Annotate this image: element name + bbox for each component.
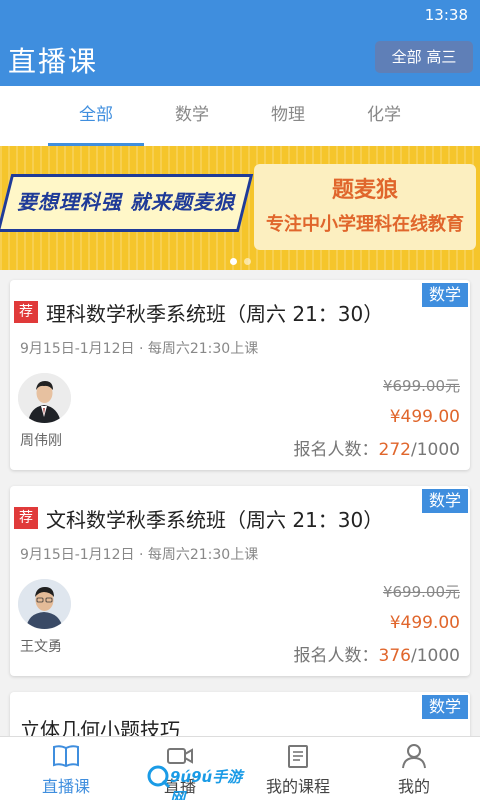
enrollment-count: 报名人数：376/1000 <box>294 641 460 666</box>
tab-chemistry[interactable]: 化学 <box>336 86 432 146</box>
enroll-capacity: /1000 <box>411 440 460 460</box>
banner-tagline: 专注中小学理科在线教育 <box>266 214 464 235</box>
course-schedule: 9月15日-1月12日 · 每周六21:30上课 <box>20 341 259 357</box>
watermark-text: 9ú9ú手游网 <box>170 768 243 800</box>
recommended-badge: 荐 <box>14 507 38 529</box>
subject-tabs: 全部 数学 物理 化学 <box>0 86 480 146</box>
enroll-label: 报名人数： <box>293 646 379 666</box>
enrolled-number: 272 <box>378 440 411 460</box>
subject-tag: 数学 <box>422 489 468 513</box>
grade-filter-button[interactable]: 全部 高三 <box>375 41 473 73</box>
site-watermark: 9ú9ú手游网 <box>146 762 256 800</box>
page-title: 直播课 <box>8 45 99 78</box>
banner-slogan: 要想理科强 就来题麦狼 <box>17 190 235 214</box>
teacher-name: 周伟刚 <box>20 433 62 449</box>
teacher-avatar <box>18 579 71 629</box>
course-card[interactable]: 数学 荐 理科数学秋季系统班（周六 21：30） 9月15日-1月12日 · 每… <box>10 280 470 470</box>
tab-math[interactable]: 数学 <box>144 86 240 146</box>
person-icon <box>402 744 426 769</box>
carousel-dot-active[interactable] <box>230 258 237 265</box>
promo-banner[interactable]: 要想理科强 就来题麦狼 题麦狼 专注中小学理科在线教育 <box>0 146 480 270</box>
teacher-avatar <box>18 373 71 423</box>
original-price: ¥699.00元 <box>382 583 460 601</box>
recommended-badge: 荐 <box>14 301 38 323</box>
course-card[interactable]: 数学 荐 文科数学秋季系统班（周六 21：30） 9月15日-1月12日 · 每… <box>10 486 470 676</box>
nav-label: 我的 <box>397 777 430 796</box>
nav-label: 直播课 <box>41 777 90 796</box>
subject-tag: 数学 <box>422 283 468 307</box>
nav-my-courses[interactable]: 我的课程 <box>238 737 358 800</box>
course-schedule: 9月15日-1月12日 · 每周六21:30上课 <box>20 547 259 563</box>
tab-physics[interactable]: 物理 <box>240 86 336 146</box>
enroll-capacity: /1000 <box>411 646 460 666</box>
status-time: 13:38 <box>424 6 468 24</box>
enrolled-number: 376 <box>378 646 411 666</box>
clipboard-icon <box>288 745 308 768</box>
carousel-dot[interactable] <box>244 258 251 265</box>
subject-tag: 数学 <box>422 695 468 719</box>
watermark-logo-icon <box>147 765 171 789</box>
original-price: ¥699.00元 <box>382 377 460 395</box>
nav-live-courses[interactable]: 直播课 <box>6 737 126 800</box>
nav-label: 我的课程 <box>265 777 330 796</box>
enroll-label: 报名人数： <box>293 440 379 460</box>
tab-all[interactable]: 全部 <box>48 86 144 146</box>
course-title: 文科数学秋季系统班（周六 21：30） <box>46 508 384 532</box>
app-bar: 直播课 全部 高三 <box>0 30 480 86</box>
course-title: 理科数学秋季系统班（周六 21：30） <box>46 302 384 326</box>
banner-brand: 题麦狼 <box>331 178 398 203</box>
carousel-indicator <box>228 258 258 266</box>
sale-price: ¥499.00 <box>389 407 460 427</box>
enrollment-count: 报名人数：272/1000 <box>294 435 460 460</box>
nav-profile[interactable]: 我的 <box>354 737 474 800</box>
teacher-name: 王文勇 <box>20 639 62 655</box>
status-bar: 13:38 <box>0 0 480 30</box>
sale-price: ¥499.00 <box>389 613 460 633</box>
book-icon <box>53 745 79 768</box>
